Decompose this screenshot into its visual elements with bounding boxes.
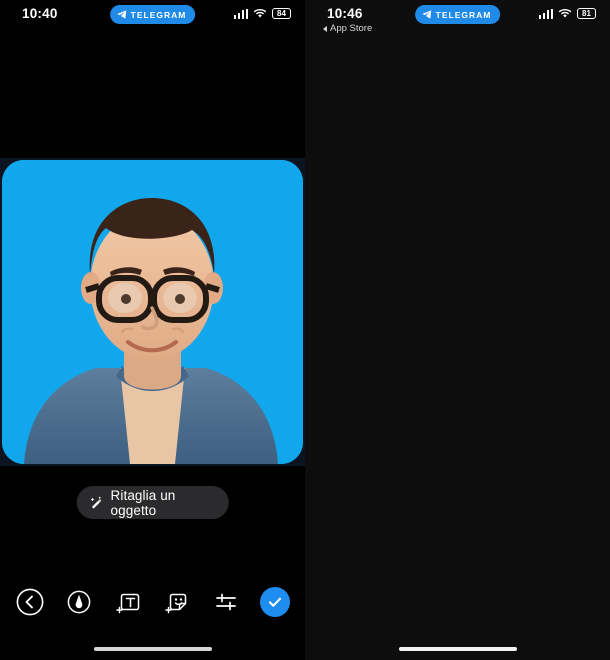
add-text-button[interactable] (111, 586, 144, 619)
battery-indicator: 81 (577, 8, 596, 19)
portrait-image (2, 160, 303, 464)
screen-editor: 10:40 TELEGRAM 84 Ritaglia un oggetto (0, 0, 305, 660)
brush-icon (67, 590, 91, 614)
island-label: TELEGRAM (130, 9, 187, 20)
back-to-app-link[interactable]: App Store (323, 23, 372, 34)
cellular-signal-icon (538, 8, 553, 19)
home-indicator (398, 646, 517, 651)
status-time: 10:46 (327, 6, 363, 21)
status-indicators: 84 (233, 8, 291, 19)
back-to-app-label: App Store (330, 23, 373, 34)
screenshot-pair: 10:40 TELEGRAM 84 Ritaglia un oggetto 10… (0, 0, 610, 660)
back-button[interactable] (13, 586, 46, 619)
dynamic-island-telegram[interactable]: TELEGRAM (414, 5, 501, 24)
telegram-plane-icon (116, 10, 126, 19)
battery-level: 81 (582, 8, 591, 18)
wifi-icon (253, 8, 267, 18)
status-indicators: 81 (538, 8, 596, 19)
battery-indicator: 84 (272, 8, 291, 19)
editor-toolbar (0, 580, 305, 624)
photo-canvas[interactable] (0, 158, 305, 466)
battery-level: 84 (277, 8, 286, 18)
crop-object-button[interactable]: Ritaglia un oggetto (76, 486, 229, 519)
status-bar-left: 10:40 TELEGRAM 84 (0, 0, 305, 30)
wifi-icon (558, 8, 572, 18)
selected-photo[interactable] (2, 160, 303, 464)
add-text-icon (116, 593, 140, 614)
add-sticker-button[interactable] (161, 586, 194, 619)
confirm-button[interactable] (259, 586, 292, 619)
island-label: TELEGRAM (435, 9, 492, 20)
back-triangle-icon (323, 25, 327, 32)
sliders-icon (216, 593, 237, 611)
chevron-left-circle-icon (16, 588, 43, 616)
dynamic-island-telegram[interactable]: TELEGRAM (109, 5, 196, 24)
add-sticker-icon (165, 593, 187, 614)
screen-sticker-actions: 10:46 App Store TELEGRAM 81 (305, 0, 610, 660)
status-bar-right: 10:46 App Store TELEGRAM 81 (305, 0, 610, 34)
adjust-tool-button[interactable] (210, 586, 243, 619)
status-time: 10:40 (22, 6, 58, 21)
cellular-signal-icon (233, 8, 248, 19)
confirm-circle (260, 587, 291, 617)
crop-object-label: Ritaglia un oggetto (110, 487, 176, 518)
home-indicator (93, 646, 212, 651)
magic-wand-icon (90, 496, 101, 509)
draw-tool-button[interactable] (62, 586, 95, 619)
telegram-plane-icon (421, 10, 431, 19)
checkmark-icon (269, 597, 282, 607)
